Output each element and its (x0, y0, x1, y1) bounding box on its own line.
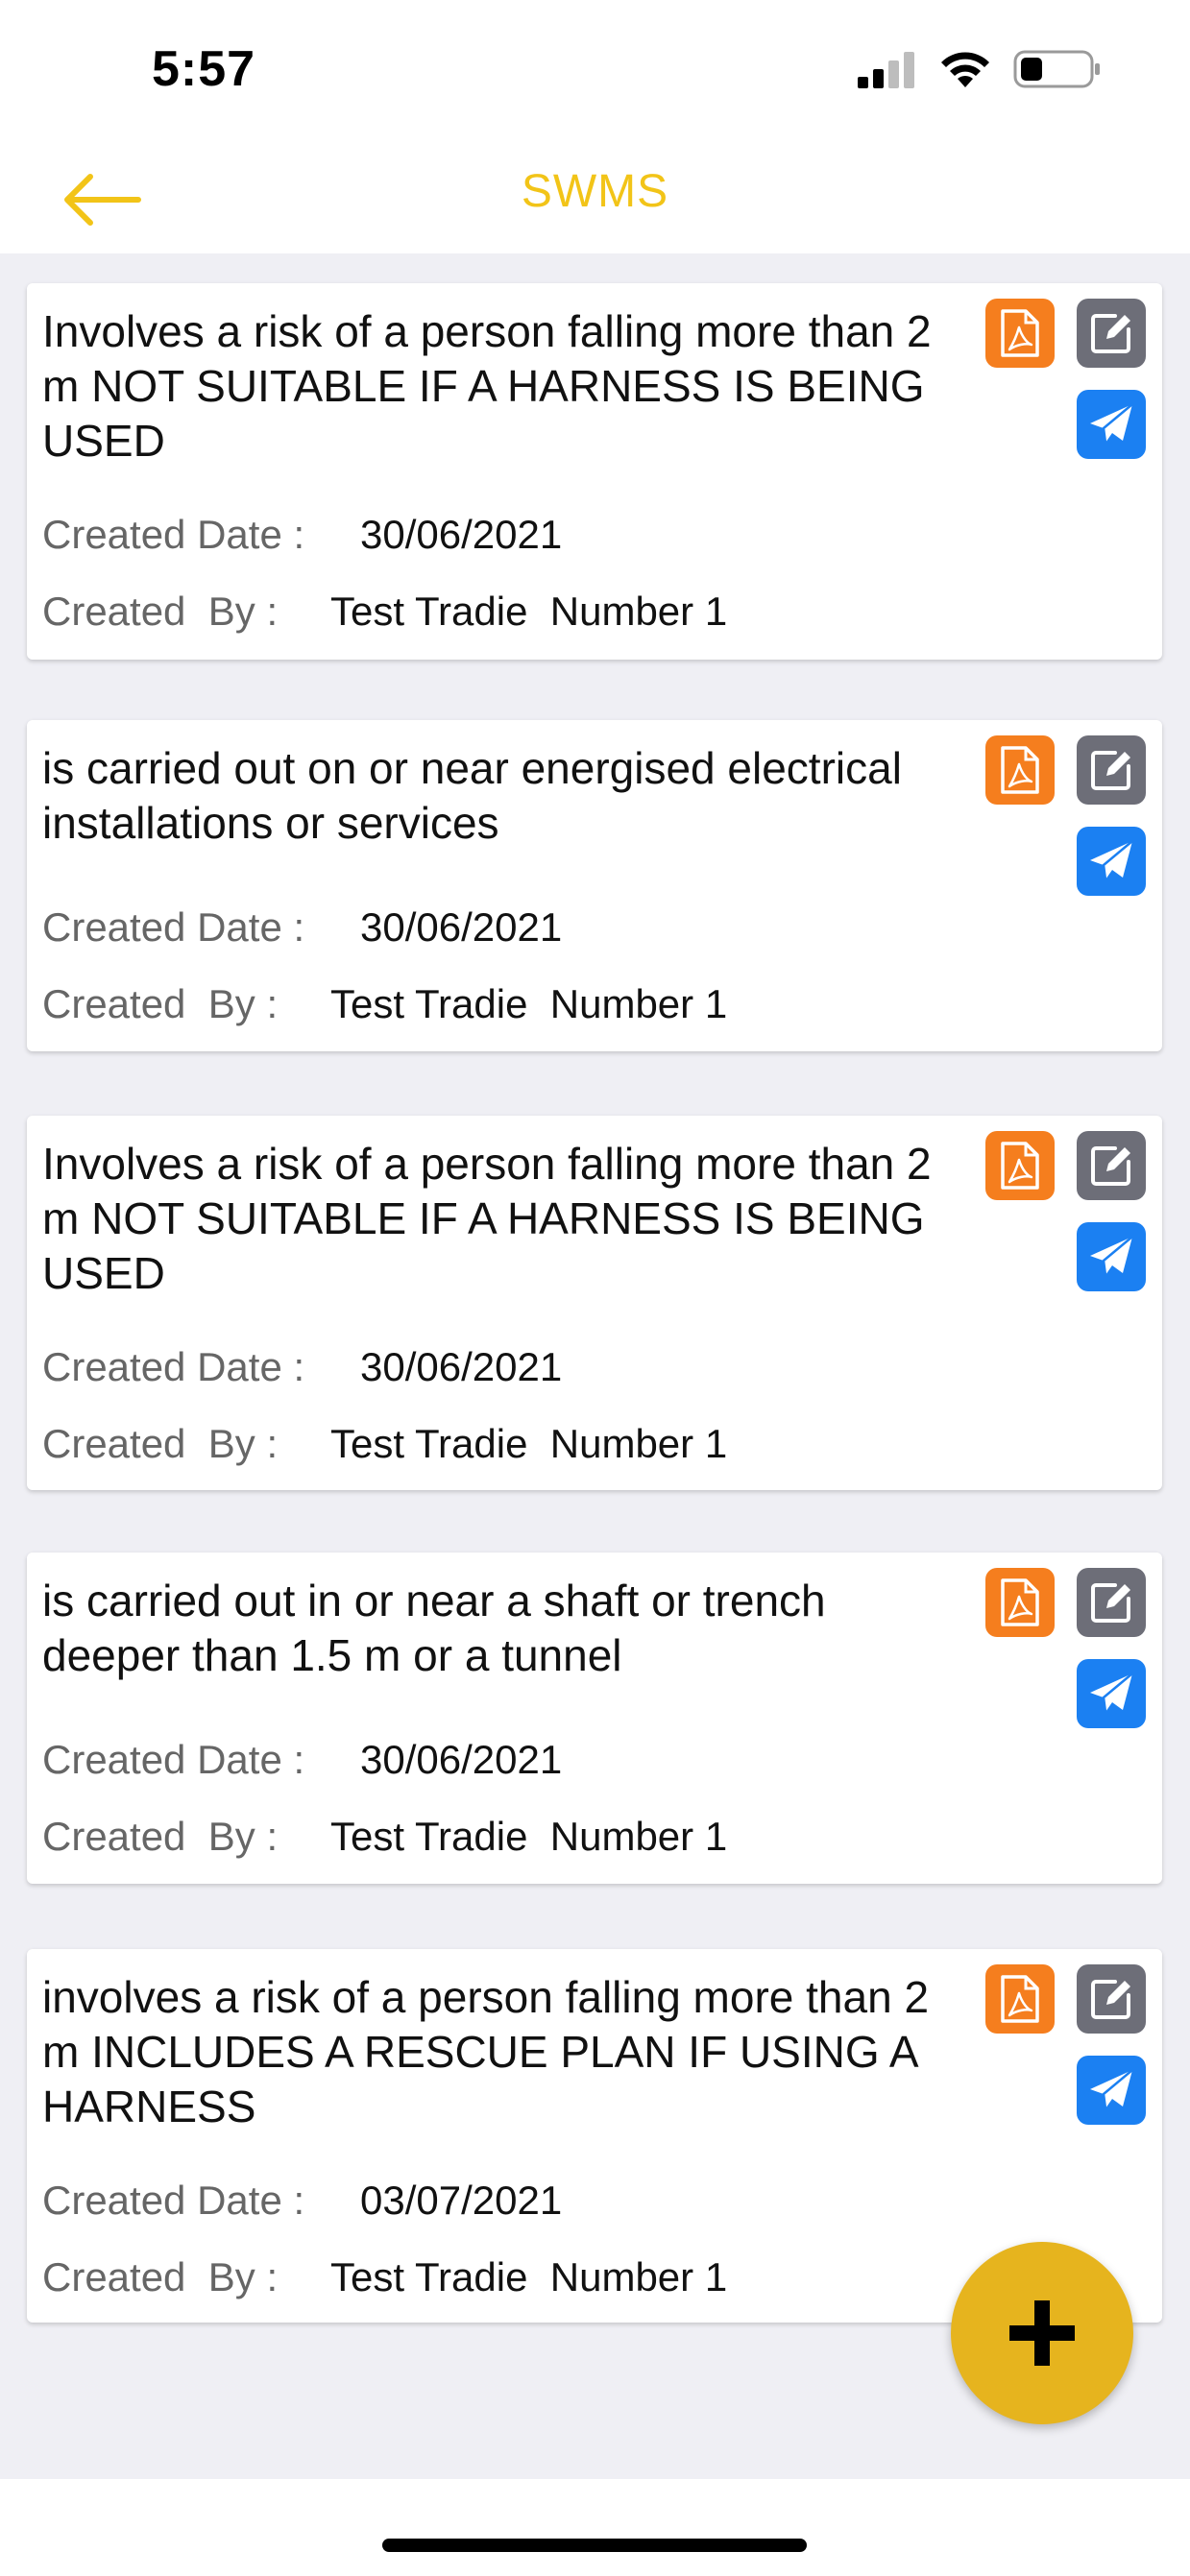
edit-button[interactable] (1077, 1964, 1146, 2034)
status-bar: 5:57 (0, 0, 1190, 144)
edit-icon (1091, 1980, 1130, 2019)
status-time: 5:57 (152, 41, 256, 97)
created-by-row: Created By : Test Tradie Number 1 (42, 981, 727, 1027)
created-date-label: Created Date : (42, 512, 305, 557)
home-indicator-area (0, 2479, 1190, 2576)
created-date-row: Created Date : 30/06/2021 (42, 512, 562, 558)
created-date-row: Created Date : 30/06/2021 (42, 1737, 562, 1783)
created-date-value: 03/07/2021 (360, 2178, 563, 2223)
created-date-label: Created Date : (42, 904, 305, 950)
send-icon (1090, 1673, 1133, 1713)
send-button[interactable] (1077, 390, 1146, 459)
created-date-label: Created Date : (42, 2178, 305, 2223)
edit-icon (1091, 1146, 1130, 1186)
created-date-value: 30/06/2021 (360, 1737, 563, 1782)
pdf-icon (1001, 309, 1039, 357)
created-date-label: Created Date : (42, 1344, 305, 1389)
page-title: SWMS (521, 166, 669, 217)
created-by-label: Created By : (42, 1814, 279, 1859)
created-date-row: Created Date : 30/06/2021 (42, 1344, 562, 1390)
pdf-button[interactable] (985, 299, 1055, 368)
pdf-button[interactable] (985, 735, 1055, 805)
status-icons (856, 46, 1102, 92)
pdf-button[interactable] (985, 1964, 1055, 2034)
edit-icon (1091, 314, 1130, 353)
created-by-row: Created By : Test Tradie Number 1 (42, 1421, 727, 1467)
created-date-row: Created Date : 30/06/2021 (42, 904, 562, 951)
created-date-value: 30/06/2021 (360, 904, 563, 950)
created-by-value: Test Tradie Number 1 (330, 2254, 728, 2299)
send-icon (1090, 1236, 1133, 1276)
pdf-button[interactable] (985, 1131, 1055, 1200)
created-date-row: Created Date : 03/07/2021 (42, 2178, 562, 2224)
send-button[interactable] (1077, 1659, 1146, 1728)
app-header: SWMS (0, 144, 1190, 253)
pdf-icon (1001, 1578, 1039, 1626)
created-by-label: Created By : (42, 589, 279, 634)
created-by-value: Test Tradie Number 1 (330, 1421, 728, 1466)
swms-title: Involves a risk of a person falling more… (42, 306, 932, 466)
created-date-value: 30/06/2021 (360, 1344, 563, 1389)
wifi-icon (941, 52, 989, 87)
created-by-value: Test Tradie Number 1 (330, 981, 728, 1026)
edit-button[interactable] (1077, 1568, 1146, 1637)
edit-icon (1091, 751, 1130, 790)
pdf-icon (1001, 1975, 1039, 2023)
send-button[interactable] (1077, 1222, 1146, 1291)
edit-button[interactable] (1077, 735, 1146, 805)
swms-card[interactable]: is carried out in or near a shaft or tre… (27, 1553, 1162, 1884)
created-by-label: Created By : (42, 1421, 279, 1466)
swms-title: is carried out on or near energised elec… (42, 743, 902, 848)
created-by-row: Created By : Test Tradie Number 1 (42, 589, 727, 635)
pdf-icon (1001, 1142, 1039, 1190)
created-by-label: Created By : (42, 2254, 279, 2299)
add-swms-button[interactable] (951, 2242, 1133, 2424)
send-icon (1090, 2069, 1133, 2109)
swms-title: Involves a risk of a person falling more… (42, 1139, 932, 1298)
created-date-label: Created Date : (42, 1737, 305, 1782)
created-by-label: Created By : (42, 981, 279, 1026)
swms-title: involves a risk of a person falling more… (42, 1972, 930, 2131)
created-date-value: 30/06/2021 (360, 512, 563, 557)
edit-icon (1091, 1583, 1130, 1623)
send-icon (1090, 403, 1133, 444)
send-button[interactable] (1077, 827, 1146, 896)
home-indicator[interactable] (382, 2539, 807, 2552)
created-by-row: Created By : Test Tradie Number 1 (42, 1814, 727, 1860)
swms-card[interactable]: Involves a risk of a person falling more… (27, 283, 1162, 660)
pdf-icon (1001, 746, 1039, 794)
battery-icon (1013, 50, 1100, 88)
swms-card[interactable]: Involves a risk of a person falling more… (27, 1116, 1162, 1490)
send-icon (1090, 840, 1133, 880)
signal-icon (858, 52, 914, 88)
created-by-row: Created By : Test Tradie Number 1 (42, 2254, 727, 2300)
swms-title: is carried out in or near a shaft or tre… (42, 1576, 826, 1680)
plus-icon (1009, 2300, 1075, 2366)
created-by-value: Test Tradie Number 1 (330, 589, 728, 634)
swms-card[interactable]: is carried out on or near energised elec… (27, 720, 1162, 1051)
created-by-value: Test Tradie Number 1 (330, 1814, 728, 1859)
edit-button[interactable] (1077, 1131, 1146, 1200)
send-button[interactable] (1077, 2056, 1146, 2125)
edit-button[interactable] (1077, 299, 1146, 368)
pdf-button[interactable] (985, 1568, 1055, 1637)
